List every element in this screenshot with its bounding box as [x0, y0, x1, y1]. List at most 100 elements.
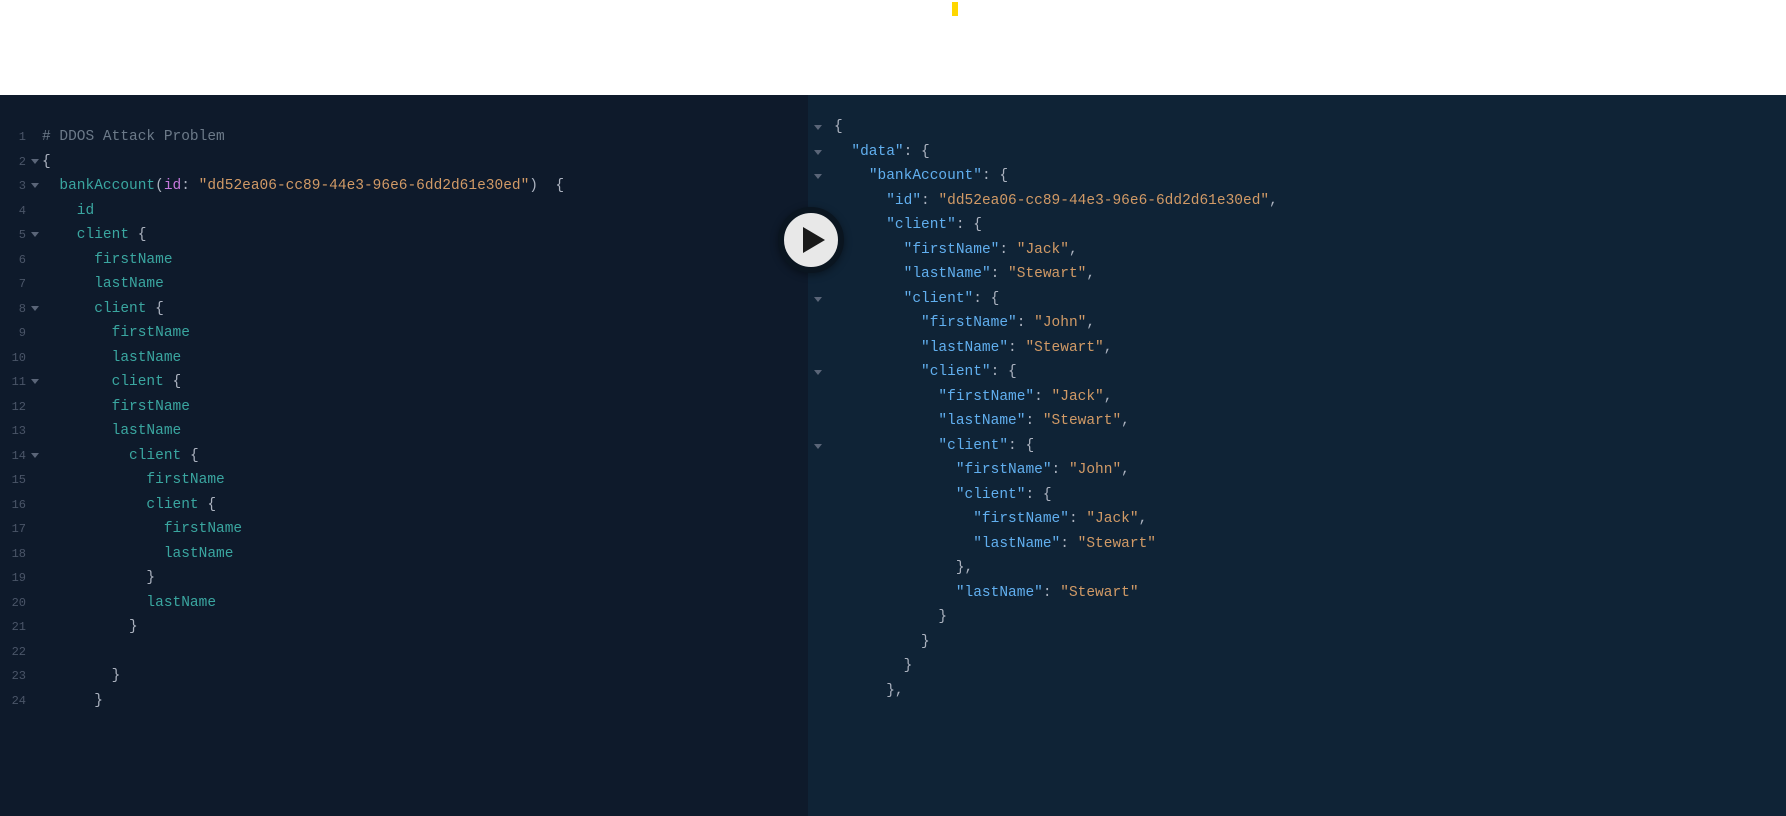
code-line[interactable]: client {: [42, 370, 808, 395]
fold-toggle-icon[interactable]: [31, 379, 39, 384]
code-line[interactable]: }: [42, 664, 808, 689]
code-line[interactable]: lastName: [42, 419, 808, 444]
response-line: }: [834, 605, 1786, 630]
response-line: },: [834, 556, 1786, 581]
line-number: 20: [0, 591, 30, 616]
code-line[interactable]: firstName: [42, 468, 808, 493]
response-line: "client": {: [834, 483, 1786, 508]
response-gutter-line: [808, 360, 830, 385]
line-number: 5: [0, 223, 30, 248]
response-line: "firstName": "John",: [834, 311, 1786, 336]
response-line: "bankAccount": {: [834, 164, 1786, 189]
line-number: 17: [0, 517, 30, 542]
line-number: 2: [0, 150, 30, 175]
code-line[interactable]: bankAccount(id: "dd52ea06-cc89-44e3-96e6…: [42, 174, 808, 199]
response-line: "lastName": "Stewart",: [834, 262, 1786, 287]
line-number: 15: [0, 468, 30, 493]
response-line: "client": {: [834, 287, 1786, 312]
line-number-gutter: 123456789101112131415161718192021222324: [0, 95, 30, 816]
execute-query-button[interactable]: [778, 207, 844, 273]
line-number: 18: [0, 542, 30, 567]
fold-toggle-icon[interactable]: [814, 444, 822, 449]
line-number: 1: [0, 125, 30, 150]
line-number: 21: [0, 615, 30, 640]
code-line[interactable]: {: [42, 150, 808, 175]
response-line: "client": {: [834, 360, 1786, 385]
code-line[interactable]: [42, 640, 808, 665]
top-whitespace: [0, 0, 1786, 95]
response-line: "lastName": "Stewart": [834, 532, 1786, 557]
response-line: "data": {: [834, 140, 1786, 165]
code-line[interactable]: }: [42, 615, 808, 640]
response-line: "lastName": "Stewart",: [834, 409, 1786, 434]
response-pane[interactable]: { "data": { "bankAccount": { "id": "dd52…: [808, 95, 1786, 816]
query-code-area[interactable]: # DDOS Attack Problem{ bankAccount(id: "…: [30, 95, 808, 816]
code-line[interactable]: firstName: [42, 517, 808, 542]
fold-toggle-icon[interactable]: [31, 232, 39, 237]
response-gutter-line: [808, 654, 830, 679]
code-line[interactable]: firstName: [42, 248, 808, 273]
response-gutter-line: [808, 115, 830, 140]
line-number: 19: [0, 566, 30, 591]
response-line: }: [834, 630, 1786, 655]
line-number: 8: [0, 297, 30, 322]
code-line[interactable]: client {: [42, 444, 808, 469]
line-number: 13: [0, 419, 30, 444]
code-line[interactable]: firstName: [42, 395, 808, 420]
code-line[interactable]: id: [42, 199, 808, 224]
response-line: "firstName": "Jack",: [834, 238, 1786, 263]
response-json-area: { "data": { "bankAccount": { "id": "dd52…: [830, 115, 1786, 816]
response-line: "lastName": "Stewart": [834, 581, 1786, 606]
response-gutter-line: [808, 336, 830, 361]
code-line[interactable]: lastName: [42, 591, 808, 616]
play-icon: [803, 227, 825, 253]
response-gutter-line: [808, 581, 830, 606]
response-line: "client": {: [834, 434, 1786, 459]
query-editor-pane[interactable]: 123456789101112131415161718192021222324 …: [0, 95, 808, 816]
response-gutter-line: [808, 140, 830, 165]
fold-toggle-icon[interactable]: [814, 297, 822, 302]
fold-toggle-icon[interactable]: [814, 125, 822, 130]
fold-toggle-icon[interactable]: [814, 174, 822, 179]
line-number: 24: [0, 689, 30, 714]
response-gutter-line: [808, 164, 830, 189]
code-line[interactable]: firstName: [42, 321, 808, 346]
response-gutter-line: [808, 311, 830, 336]
fold-toggle-icon[interactable]: [31, 453, 39, 458]
response-gutter-line: [808, 409, 830, 434]
fold-toggle-icon[interactable]: [814, 150, 822, 155]
code-line[interactable]: }: [42, 566, 808, 591]
code-line[interactable]: # DDOS Attack Problem: [42, 125, 808, 150]
response-line: "firstName": "Jack",: [834, 507, 1786, 532]
code-line[interactable]: client {: [42, 493, 808, 518]
line-number: 23: [0, 664, 30, 689]
yellow-cursor-marker: [952, 2, 958, 16]
response-gutter-line: [808, 679, 830, 704]
line-number: 3: [0, 174, 30, 199]
response-gutter-line: [808, 556, 830, 581]
response-line: "client": {: [834, 213, 1786, 238]
line-number: 4: [0, 199, 30, 224]
response-gutter-line: [808, 483, 830, 508]
code-line[interactable]: client {: [42, 223, 808, 248]
code-line[interactable]: client {: [42, 297, 808, 322]
response-gutter-line: [808, 434, 830, 459]
line-number: 10: [0, 346, 30, 371]
fold-toggle-icon[interactable]: [31, 159, 39, 164]
code-line[interactable]: lastName: [42, 346, 808, 371]
code-line[interactable]: lastName: [42, 542, 808, 567]
fold-toggle-icon[interactable]: [31, 183, 39, 188]
code-line[interactable]: lastName: [42, 272, 808, 297]
graphql-playground: 123456789101112131415161718192021222324 …: [0, 95, 1786, 816]
response-line: "firstName": "Jack",: [834, 385, 1786, 410]
code-line[interactable]: }: [42, 689, 808, 714]
fold-toggle-icon[interactable]: [31, 306, 39, 311]
line-number: 9: [0, 321, 30, 346]
response-line: "firstName": "John",: [834, 458, 1786, 483]
response-line: "id": "dd52ea06-cc89-44e3-96e6-6dd2d61e3…: [834, 189, 1786, 214]
response-line: },: [834, 679, 1786, 704]
response-gutter-line: [808, 507, 830, 532]
line-number: 22: [0, 640, 30, 665]
line-number: 14: [0, 444, 30, 469]
fold-toggle-icon[interactable]: [814, 370, 822, 375]
